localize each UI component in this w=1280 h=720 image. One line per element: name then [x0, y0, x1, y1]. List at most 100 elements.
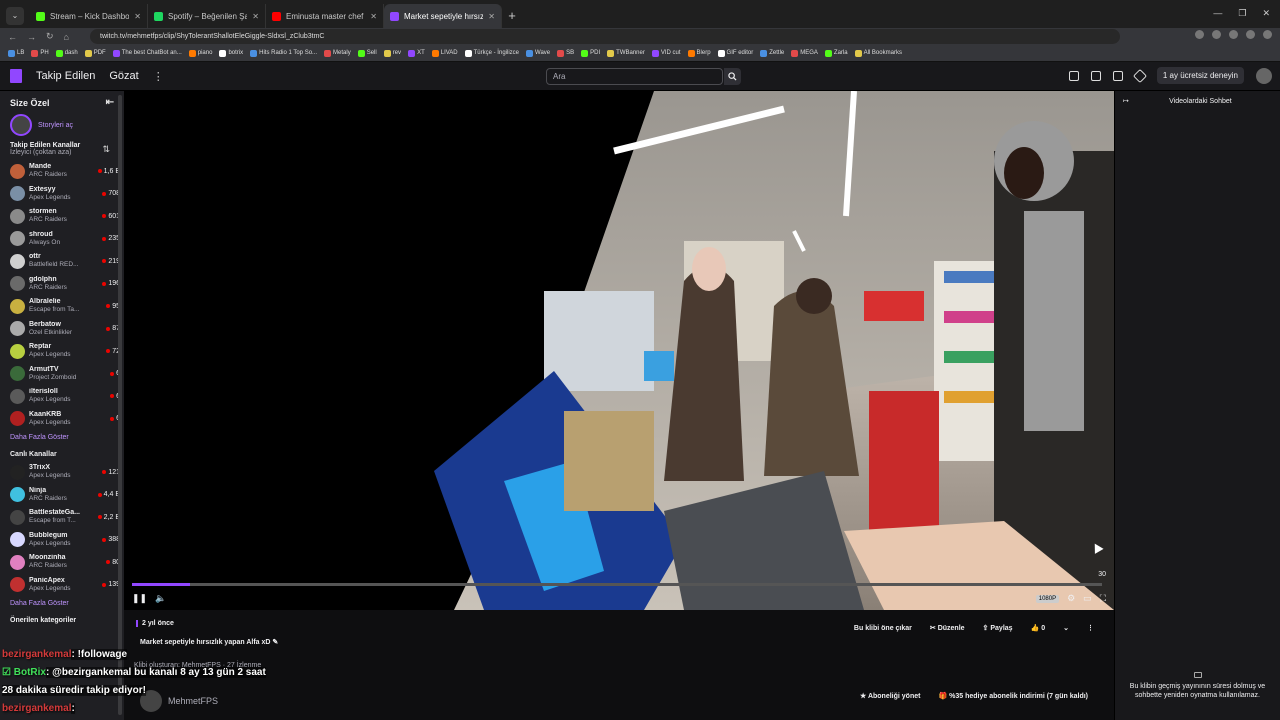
highlight-clip-button[interactable]: Bu klibi öne çıkar [848, 621, 918, 636]
close-window-icon[interactable]: ✕ [1262, 8, 1270, 19]
bits-icon[interactable] [1132, 68, 1147, 83]
settings-icon[interactable]: ⚙ [1067, 593, 1075, 604]
bookmark-item[interactable]: XT [408, 49, 425, 57]
sidebar-channel[interactable]: Reptar Apex Legends 72 [0, 340, 124, 363]
sidebar-channel[interactable]: 3TrixX Apex Legends 121 [0, 461, 124, 484]
bookmark-item[interactable]: MEGA [791, 49, 818, 57]
bookmark-item[interactable]: The best ChatBot an... [112, 49, 182, 57]
seek-bar[interactable] [132, 583, 1102, 586]
bookmark-item[interactable]: SB [557, 49, 574, 57]
pause-icon[interactable]: ❚❚ [132, 593, 147, 604]
bookmark-item[interactable]: TWBanner [607, 49, 645, 57]
browser-tab[interactable]: Market sepetiyle hırsızlık ya ✕ [384, 4, 502, 28]
twitch-logo-icon[interactable] [10, 69, 22, 83]
manage-sub-button[interactable]: ★ Aboneliği yönet [854, 688, 926, 704]
stories-open[interactable]: Storyleri aç [0, 108, 124, 142]
reload-icon[interactable]: ↻ [46, 31, 54, 42]
home-icon[interactable]: ⌂ [64, 32, 69, 42]
minimize-icon[interactable]: — [1213, 8, 1222, 19]
browser-tab[interactable]: Spotify – Beğenilen Şarkılar ✕ [148, 4, 266, 28]
sidebar-channel[interactable]: ilterislollApex Legends6 [0, 385, 124, 408]
sidebar-channel[interactable]: Berbatow Özel Etkinlikler 87 [0, 318, 124, 341]
edit-title-icon[interactable]: ✎ [272, 639, 278, 646]
sidebar-channel[interactable]: Albralelie Escape from Ta... 95 [0, 295, 124, 318]
sidebar-channel[interactable]: ottr Battlefield RED... 219 [0, 250, 124, 273]
bookmark-item[interactable]: dash [55, 49, 78, 57]
maximize-icon[interactable]: ❐ [1238, 8, 1246, 19]
bookmark-item[interactable]: Zettle [760, 49, 784, 57]
nav-browse[interactable]: Gözat [109, 70, 138, 82]
tab-list-button[interactable]: ⌄ [6, 7, 24, 25]
tab-close-icon[interactable]: ✕ [134, 12, 141, 21]
extension-icon[interactable] [1212, 30, 1221, 39]
volume-icon[interactable]: 🔈 [155, 593, 166, 604]
more-icon[interactable]: ⋮ [1081, 620, 1100, 636]
bookmark-item[interactable]: Metaly [324, 49, 351, 57]
sidebar-channel[interactable]: Moonzinha ARC Raiders 80 [0, 551, 124, 574]
inbox-icon[interactable] [1068, 70, 1079, 81]
sidebar-channel[interactable]: Extesyy Apex Legends 708 [0, 183, 124, 206]
bookmark-item[interactable]: Türkçe - İngilizce [464, 49, 519, 57]
sort-icon[interactable]: ⇅ [102, 144, 110, 155]
bookmark-item[interactable]: All Bookmarks [854, 49, 902, 57]
bookmark-item[interactable]: LB [8, 49, 24, 57]
tab-close-icon[interactable]: ✕ [370, 12, 377, 21]
search-input[interactable]: Ara [546, 68, 723, 85]
extension-icon[interactable] [1246, 30, 1255, 39]
notifications-icon[interactable] [1112, 70, 1123, 81]
tab-close-icon[interactable]: ✕ [252, 12, 259, 21]
sidebar-channel[interactable]: gdolphn ARC Raiders 196 [0, 273, 124, 296]
forward-icon[interactable]: → [27, 32, 36, 42]
prime-trial-button[interactable]: 1 ay ücretsiz deneyin [1156, 67, 1244, 84]
profile-icon[interactable] [1263, 30, 1272, 39]
like-button[interactable]: 👍 0 [1025, 620, 1052, 636]
bookmark-item[interactable]: botrix [219, 49, 243, 57]
url-field[interactable]: twitch.tv/mehmetfps/clip/ShyTolerantShal… [90, 29, 1120, 44]
show-more-followed[interactable]: Daha Fazla Göster [0, 430, 124, 445]
sidebar-scrollbar[interactable] [118, 95, 122, 715]
edit-button[interactable]: ✂ Düzenle [924, 620, 971, 636]
theatre-mode-icon[interactable]: ▭ [1083, 593, 1092, 604]
browser-tab[interactable]: Stream – Kick Dashboard ✕ [30, 4, 148, 28]
bookmark-item[interactable]: PDI [581, 49, 600, 57]
whispers-icon[interactable] [1090, 70, 1101, 81]
bookmark-item[interactable]: rev [383, 49, 401, 57]
user-avatar[interactable] [1256, 67, 1272, 84]
bookmark-item[interactable]: Hits Radio 1 Top So... [250, 49, 317, 57]
sidebar-channel[interactable]: shroud Always On 235 [0, 228, 124, 251]
extension-icon[interactable] [1229, 30, 1238, 39]
sidebar-channel[interactable]: stormen ARC Raiders 601 [0, 205, 124, 228]
sidebar-channel[interactable]: ArmutTVProject Zomboid6 [0, 363, 124, 386]
gift-sub-button[interactable]: 🎁 %35 hediye abonelik indirimi (7 gün ka… [932, 688, 1094, 704]
show-more-live[interactable]: Daha Fazla Göster [0, 596, 124, 611]
sidebar-channel[interactable]: BattlestateGa... Escape from T... 2,2 B [0, 506, 124, 529]
sidebar-channel[interactable]: KaanKRBApex Legends6 [0, 408, 124, 431]
video-player[interactable]: 30 ❚❚ 🔈 1080P ⚙ ▭ ⛶ [124, 91, 1114, 610]
bookmark-item[interactable]: Zarla [824, 49, 848, 57]
new-tab-button[interactable]: + [502, 4, 522, 28]
fullscreen-icon[interactable]: ⛶ [1100, 593, 1106, 604]
bookmark-item[interactable]: LIVAD [431, 49, 458, 57]
share-button[interactable]: ⇪ Paylaş [977, 620, 1019, 636]
browser-tab[interactable]: Eminusta master chef - YouTub ✕ [266, 4, 384, 28]
back-icon[interactable]: ← [8, 32, 17, 42]
sidebar-channel[interactable]: Mande ARC Raiders 1,6 B [0, 160, 124, 183]
bookmark-item[interactable]: Blerp [687, 49, 711, 57]
bookmark-item[interactable]: Wave [526, 49, 550, 57]
search-button[interactable] [724, 68, 741, 85]
bookmark-star-icon[interactable] [1195, 30, 1204, 39]
tab-close-icon[interactable]: ✕ [488, 12, 495, 21]
sidebar-channel[interactable]: Ninja ARC Raiders 4,4 B [0, 484, 124, 507]
dislike-dropdown[interactable]: ⌄ [1057, 620, 1075, 636]
bookmark-item[interactable]: VID cut [651, 49, 681, 57]
bookmark-item[interactable]: GIF editor [717, 49, 753, 57]
nav-following[interactable]: Takip Edilen [36, 70, 95, 82]
bookmark-item[interactable]: PH [31, 49, 49, 57]
more-options-icon[interactable]: ⋮ [153, 70, 164, 83]
sidebar-channel[interactable]: Bubblegum Apex Legends 388 [0, 529, 124, 552]
collapse-sidebar-icon[interactable]: ⇤ [106, 97, 114, 108]
quality-badge[interactable]: 1080P [1035, 594, 1060, 603]
bookmark-item[interactable]: Sell [357, 49, 377, 57]
bookmark-item[interactable]: PDF [84, 49, 106, 57]
sidebar-channel[interactable]: PanicApex Apex Legends 139 [0, 574, 124, 597]
